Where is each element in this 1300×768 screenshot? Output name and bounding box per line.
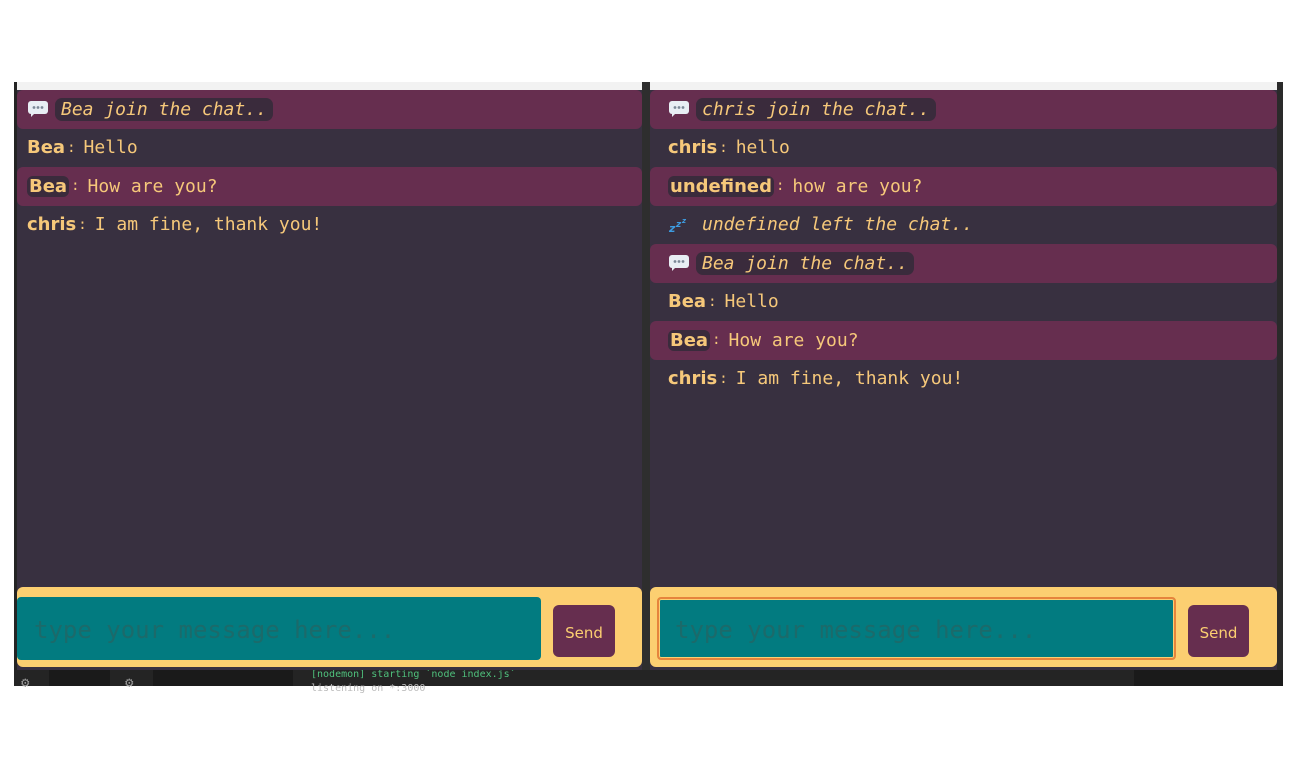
chat-message: Bea: Hello	[650, 283, 1277, 322]
chat-message: chris: I am fine, thank you!	[650, 360, 1277, 399]
system-message: chris join the chat..	[650, 90, 1277, 129]
system-message-text: chris join the chat..	[696, 97, 936, 121]
terminal-line: [nodemon] starting `node index.js`	[311, 669, 516, 680]
system-message: Bea join the chat..	[650, 244, 1277, 283]
terminal-line: listening on *:3000	[311, 683, 426, 694]
message-form: type your message here... Send	[17, 587, 642, 667]
username-separator: :	[71, 178, 80, 195]
message-text: how are you?	[792, 175, 923, 197]
window-divider[interactable]	[642, 82, 650, 670]
message-text: I am fine, thank you!	[735, 368, 964, 390]
send-button[interactable]: Send	[1188, 605, 1249, 657]
message-list: chris join the chat.. chris: hello undefine…	[650, 90, 1277, 398]
chat-message: chris: I am fine, thank you!	[17, 206, 642, 245]
message-text: Hello	[724, 291, 779, 313]
message-text: I am fine, thank you!	[94, 214, 323, 236]
send-button[interactable]: Send	[553, 605, 615, 657]
svg-text:z: z	[675, 220, 682, 230]
chat-window-right: chris join the chat.. chris: hello undefine…	[650, 82, 1277, 670]
system-message: z z z undefined left the chat..	[650, 206, 1277, 245]
zzz-sleep-icon: zzz	[668, 216, 690, 235]
message-username: chris	[668, 137, 718, 159]
message-text: How are you?	[728, 329, 859, 351]
speech-bubble-icon	[668, 254, 690, 272]
svg-text:z: z	[668, 222, 676, 234]
message-username: undefined	[668, 175, 774, 197]
message-username: Bea	[27, 175, 70, 197]
username-separator: :	[775, 178, 785, 195]
username-separator: :	[719, 139, 728, 156]
system-message-text: Bea join the chat..	[55, 97, 273, 121]
terminal-output: [nodemon] starting `node index.js` liste…	[311, 668, 516, 696]
message-username: chris	[27, 214, 77, 236]
message-list: Bea join the chat.. Bea: Hello Bea: How are …	[17, 90, 642, 244]
speech-bubble-icon	[668, 100, 690, 118]
message-form: type your message here... Send	[650, 587, 1277, 667]
chat-message: chris: hello	[650, 129, 1277, 168]
username-separator: :	[719, 370, 728, 387]
window-edge	[1277, 82, 1283, 670]
system-message-text: Bea join the chat..	[696, 251, 914, 275]
message-text: Hello	[83, 137, 138, 159]
message-input[interactable]: type your message here...	[657, 597, 1176, 660]
taskbar-tab[interactable]	[1134, 670, 1283, 686]
system-message: Bea join the chat..	[17, 90, 642, 129]
chat-message: Bea: How are you?	[650, 321, 1277, 360]
taskbar-tab[interactable]	[153, 670, 293, 686]
username-separator: :	[67, 139, 76, 156]
speech-bubble-icon	[27, 100, 49, 118]
chat-message: Bea: Hello	[17, 129, 642, 168]
window-top-bar	[650, 82, 1277, 90]
chat-window-left: Bea join the chat.. Bea: Hello Bea: How are …	[17, 82, 642, 670]
gear-icon[interactable]: ⚙	[125, 676, 139, 690]
message-text: How are you?	[87, 175, 218, 197]
message-username: Bea	[27, 137, 66, 159]
chat-message: undefined: how are you?	[650, 167, 1277, 206]
system-message-text: undefined left the chat..	[702, 214, 973, 236]
message-username: Bea	[668, 329, 711, 351]
username-separator: :	[708, 293, 717, 310]
gear-icon[interactable]: ⚙	[21, 676, 35, 690]
svg-text:z: z	[681, 217, 687, 225]
username-separator: :	[78, 216, 87, 233]
taskbar-tab[interactable]	[49, 670, 110, 686]
window-top-bar	[17, 82, 642, 90]
message-username: Bea	[668, 291, 707, 313]
message-text: hello	[735, 137, 790, 159]
username-separator: :	[712, 332, 721, 349]
message-input[interactable]: type your message here...	[17, 597, 541, 660]
message-username: chris	[668, 368, 718, 390]
chat-message: Bea: How are you?	[17, 167, 642, 206]
